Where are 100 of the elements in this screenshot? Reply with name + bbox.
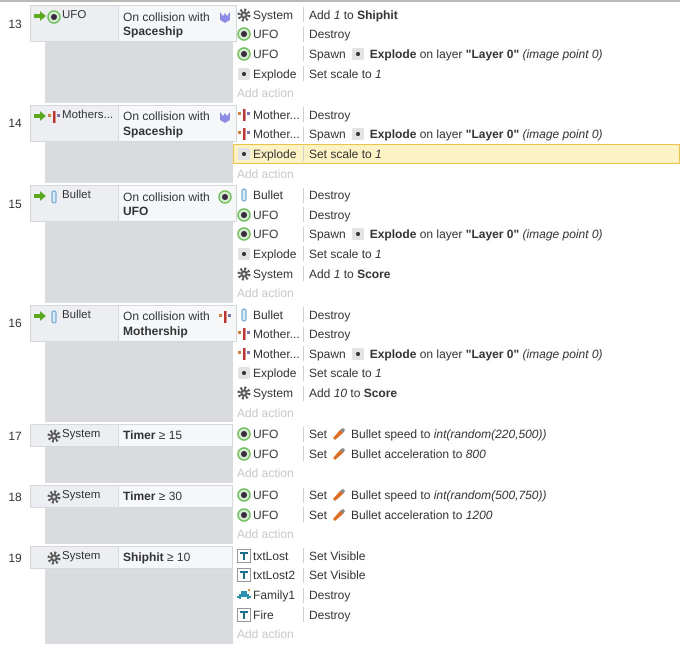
- object-name: UFO: [253, 227, 278, 242]
- orb-icon: [237, 27, 251, 42]
- gear-icon: [237, 266, 251, 281]
- text-icon: [237, 548, 251, 563]
- condition-block[interactable]: System Timer ≥ 30: [30, 485, 233, 508]
- condition-block[interactable]: Bullet On collision with Mothership: [30, 304, 237, 342]
- object-name: Bullet: [253, 188, 284, 202]
- object-name: Bullet: [253, 308, 284, 322]
- event-number: 14: [7, 115, 23, 132]
- object-name: Mother...: [253, 108, 300, 122]
- action-text: Add 1 to Score: [309, 266, 390, 281]
- action-row[interactable]: Explode Set scale to 1: [233, 244, 680, 264]
- action-row[interactable]: UFO Spawn Explode on layer "Layer 0" (image point 0): [233, 224, 680, 244]
- action-row[interactable]: Mother... Spawn Explode on layer "Layer 0" (image point 0): [233, 344, 680, 364]
- action-text: Add 10 to Score: [309, 386, 398, 400]
- orb-icon: [237, 508, 251, 522]
- target-name: Spaceship: [123, 124, 184, 138]
- object-name: Explode: [253, 246, 296, 261]
- condition-text: On collision with: [123, 109, 210, 124]
- action-row[interactable]: UFO Set Bullet speed to int(random(500,750)): [233, 485, 680, 505]
- orb-icon: [237, 46, 251, 61]
- action-text: Destroy: [309, 188, 350, 202]
- object-name: System: [253, 266, 294, 281]
- action-text: Bullet speed to int(random(500,750)): [351, 488, 546, 502]
- action-text: Bullet acceleration to 1200: [351, 508, 492, 522]
- action-text: Explode on layer "Layer 0" (image point 0): [370, 127, 603, 142]
- ship-icon: [237, 108, 251, 122]
- event-number: 16: [7, 315, 23, 332]
- action-verb: Spawn: [309, 227, 346, 242]
- target-name: Spaceship: [123, 24, 184, 38]
- condition-block[interactable]: UFO On collision with Spaceship: [30, 5, 237, 42]
- action-row[interactable]: Explode Set scale to 1: [233, 64, 680, 84]
- object-name: UFO: [253, 46, 278, 61]
- action-row[interactable]: UFO Set Bullet acceleration to 800: [233, 444, 680, 464]
- condition-text: Timer ≥ 15: [123, 428, 182, 442]
- action-row[interactable]: Fire Destroy: [233, 604, 680, 624]
- bullet-icon: [332, 427, 346, 442]
- object-name: Mother...: [253, 127, 300, 142]
- condition-text: Shiphit ≥ 10: [123, 550, 190, 564]
- action-row[interactable]: Explode Set scale to 1: [233, 364, 680, 384]
- object-name: System: [62, 489, 100, 502]
- object-name: System: [253, 386, 294, 400]
- object-name: Explode: [253, 366, 296, 380]
- object-name: Bullet: [62, 308, 91, 321]
- condition-block[interactable]: System Shiphit ≥ 10: [30, 546, 233, 570]
- object-name: System: [62, 550, 100, 562]
- action-text: Destroy: [309, 208, 350, 222]
- event-number: 17: [7, 428, 23, 445]
- action-text: Explode on layer "Layer 0" (image point 0): [370, 346, 603, 361]
- object-name: UFO: [253, 208, 278, 222]
- action-row[interactable]: System Add 1 to Score: [233, 264, 680, 284]
- action-row[interactable]: txtLost2 Set Visible: [233, 566, 680, 586]
- action-row[interactable]: txtLost Set Visible: [233, 546, 680, 566]
- orb-icon: [237, 446, 251, 461]
- object-name: System: [253, 8, 294, 22]
- action-verb: Set: [309, 446, 328, 461]
- object-name: Explode: [253, 66, 296, 81]
- ship-icon: [237, 346, 251, 361]
- condition-block[interactable]: Bullet On collision with UFO: [30, 185, 237, 222]
- action-text: Set scale to 1: [309, 66, 382, 81]
- action-row[interactable]: UFO Set Bullet speed to int(random(220,500)): [233, 424, 680, 444]
- object-name: Fire: [253, 608, 274, 622]
- orb-icon: [237, 488, 251, 502]
- action-row[interactable]: Explode Set scale to 1: [233, 144, 680, 164]
- action-text: Explode on layer "Layer 0" (image point 0): [370, 227, 603, 242]
- action-text: Destroy: [309, 108, 350, 122]
- object-name: UFO: [253, 27, 278, 42]
- action-verb: Set: [309, 488, 328, 502]
- object-name: txtLost2: [253, 568, 296, 582]
- wing-icon: [218, 110, 232, 124]
- condition-block[interactable]: Mothers... On collision with Spaceship: [30, 104, 237, 142]
- condition-block[interactable]: System Timer ≥ 15: [30, 424, 233, 448]
- action-text: Set scale to 1: [309, 366, 382, 380]
- action-row[interactable]: UFO Set Bullet acceleration to 1200: [233, 504, 680, 524]
- orb-icon: [237, 208, 251, 222]
- event-number: 13: [7, 16, 23, 32]
- object-name: UFO: [62, 9, 86, 21]
- object-name: UFO: [253, 508, 278, 522]
- object-name: UFO: [253, 446, 278, 461]
- condition-text: Timer ≥ 30: [123, 489, 182, 504]
- ship-icon: [237, 327, 251, 342]
- action-row[interactable]: System Add 10 to Score: [233, 383, 680, 403]
- orb-icon: [237, 427, 251, 442]
- action-text: Destroy: [309, 308, 350, 322]
- gear-icon: [237, 386, 251, 400]
- action-text: Explode on layer "Layer 0" (image point 0): [370, 46, 603, 61]
- action-verb: Set: [309, 427, 328, 442]
- target-name: UFO: [123, 204, 150, 218]
- object-name: Mother...: [253, 327, 300, 342]
- action-text: Bullet speed to int(random(220,500)): [351, 427, 546, 442]
- action-verb: Spawn: [309, 127, 346, 142]
- object-name: Explode: [253, 146, 296, 161]
- condition-text: On collision with: [123, 10, 210, 24]
- action-row[interactable]: UFO Spawn Explode on layer "Layer 0" (image point 0): [233, 44, 680, 64]
- event-number: 15: [7, 196, 23, 213]
- action-text: Set Visible: [309, 568, 366, 582]
- action-row[interactable]: Family1 Destroy: [233, 585, 680, 605]
- ship-icon: [47, 110, 61, 124]
- object-name: UFO: [253, 488, 278, 502]
- action-verb: Set: [309, 508, 328, 522]
